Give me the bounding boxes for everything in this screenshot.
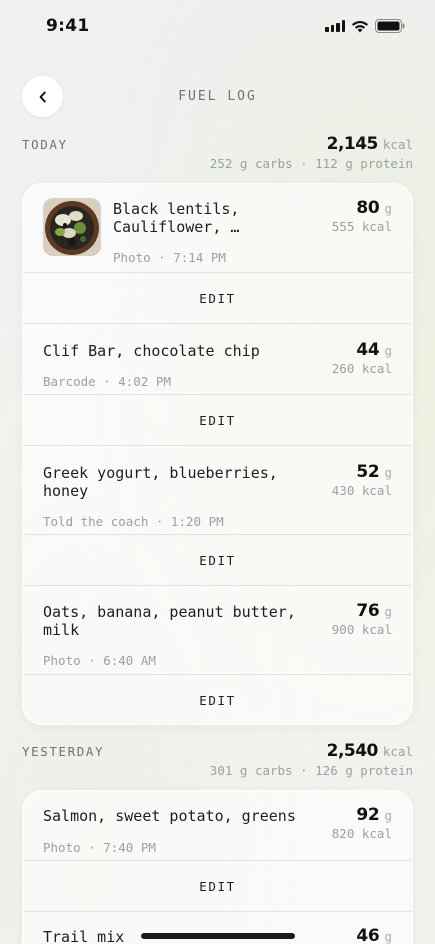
meal-grams-value: 52 <box>356 462 380 482</box>
edit-button[interactable]: EDIT <box>23 534 412 586</box>
meal-grams: 44 g <box>356 340 392 360</box>
day-card-today: Black lentils, Cauliflower, … Photo · 7:… <box>22 183 413 725</box>
meal-kcal: 260 kcal <box>331 361 392 376</box>
meal-name: Black lentils, Cauliflower, … <box>113 200 240 236</box>
header: FUEL LOG <box>0 76 435 118</box>
battery-icon <box>375 19 405 33</box>
meal-grams-unit: g <box>384 929 392 944</box>
meal-entry[interactable]: Oats, banana, peanut butter, milk Photo … <box>23 586 412 674</box>
meal-grams-unit: g <box>384 465 392 480</box>
day-total-kcal: 2,540 <box>326 741 379 761</box>
meal-name: Trail mix <box>43 928 125 944</box>
edit-button[interactable]: EDIT <box>23 860 412 912</box>
meal-grams-unit: g <box>384 604 392 619</box>
day-header-today: TODAY 2,145 kcal 252 g carbs · 112 g pro… <box>22 134 413 177</box>
meal-entry[interactable]: Greek yogurt, blueberries, honey Told th… <box>23 446 412 534</box>
day-label: YESTERDAY <box>22 744 105 759</box>
meal-grams-value: 92 <box>356 805 380 825</box>
day-total: 2,145 kcal <box>327 134 413 154</box>
meal-kcal: 555 kcal <box>331 219 392 234</box>
meal-grams: 46 g <box>356 926 392 944</box>
meal-grams-unit: g <box>384 343 392 358</box>
cellular-signal-icon <box>325 20 345 32</box>
status-icons <box>325 19 405 33</box>
meal-entry[interactable]: Black lentils, Cauliflower, … Photo · 7:… <box>23 184 412 272</box>
meal-kcal: 430 kcal <box>331 483 392 498</box>
day-total-kcal: 2,145 <box>326 134 379 154</box>
edit-button[interactable]: EDIT <box>23 394 412 446</box>
meal-grams: 80 g <box>356 198 392 218</box>
meal-grams-unit: g <box>384 201 392 216</box>
day-label: TODAY <box>22 137 68 152</box>
meal-meta: Photo · 6:40 AM <box>43 653 156 668</box>
meal-entry[interactable]: Trail mix 46 g <box>23 912 412 944</box>
meal-photo-thumbnail <box>43 198 101 256</box>
meal-name: Clif Bar, chocolate chip <box>43 342 260 360</box>
meal-meta: Told the coach · 1:20 PM <box>43 514 224 529</box>
meal-kcal: 900 kcal <box>331 622 392 637</box>
day-header-yesterday: YESTERDAY 2,540 kcal 301 g carbs · 126 g… <box>22 741 413 784</box>
meal-grams-value: 80 <box>356 198 380 218</box>
meal-meta: Photo · 7:40 PM <box>43 840 156 855</box>
wifi-icon <box>352 20 368 32</box>
day-total-unit: kcal <box>382 744 413 759</box>
meal-grams-value: 44 <box>356 340 380 360</box>
day-macros: 252 g carbs · 112 g protein <box>209 156 413 171</box>
home-indicator[interactable] <box>141 933 295 939</box>
meal-entry[interactable]: Clif Bar, chocolate chip Barcode · 4:02 … <box>23 324 412 394</box>
status-time: 9:41 <box>46 16 90 36</box>
meal-grams: 92 g <box>356 805 392 825</box>
meal-name: Oats, banana, peanut butter, milk <box>43 603 296 639</box>
meal-name: Salmon, sweet potato, greens <box>43 807 296 825</box>
meal-entry[interactable]: Salmon, sweet potato, greens Photo · 7:4… <box>23 791 412 860</box>
page-title: FUEL LOG <box>178 89 257 104</box>
meal-grams-value: 46 <box>356 926 380 944</box>
edit-button[interactable]: EDIT <box>23 272 412 324</box>
day-card-yesterday: Salmon, sweet potato, greens Photo · 7:4… <box>22 790 413 944</box>
meal-grams: 76 g <box>356 601 392 621</box>
meal-meta: Barcode · 4:02 PM <box>43 374 171 389</box>
day-macros: 301 g carbs · 126 g protein <box>209 763 413 778</box>
edit-button[interactable]: EDIT <box>23 674 412 724</box>
status-bar: 9:41 <box>0 0 435 54</box>
meal-name: Greek yogurt, blueberries, honey <box>43 464 278 500</box>
meal-grams-unit: g <box>384 808 392 823</box>
day-total: 2,540 kcal <box>327 741 413 761</box>
meal-grams: 52 g <box>356 462 392 482</box>
meal-grams-value: 76 <box>356 601 380 621</box>
meal-kcal: 820 kcal <box>331 826 392 841</box>
meal-meta: Photo · 7:14 PM <box>113 250 226 265</box>
day-total-unit: kcal <box>382 137 413 152</box>
